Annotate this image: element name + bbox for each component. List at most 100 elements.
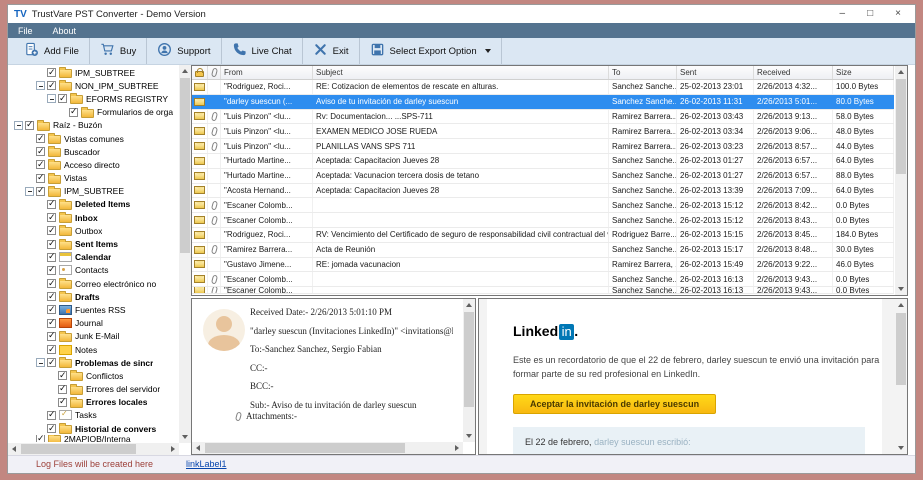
tree-item[interactable]: Historial de convers: [8, 422, 179, 435]
from-column-header[interactable]: From: [221, 66, 313, 79]
tree-checkbox[interactable]: [47, 67, 56, 78]
live-chat-button[interactable]: Live Chat: [222, 38, 303, 64]
tree-expander-icon[interactable]: [36, 358, 45, 368]
tree-checkbox[interactable]: [36, 435, 45, 443]
tree-item[interactable]: Conflictos: [8, 369, 179, 382]
exit-button[interactable]: Exit: [303, 38, 360, 64]
scroll-down-icon[interactable]: [895, 283, 907, 295]
scroll-up-icon[interactable]: [463, 299, 475, 311]
tree-checkbox[interactable]: [36, 185, 45, 196]
tree-item[interactable]: Tasks: [8, 409, 179, 422]
email-row[interactable]: "Luis Pinzon" <lu... EXAMEN MEDICO JOSE …: [192, 124, 894, 140]
email-row[interactable]: "darley suescun (... Aviso de tu invitac…: [192, 94, 894, 110]
scroll-down-icon[interactable]: [895, 442, 907, 454]
tree-expander-icon[interactable]: [47, 94, 56, 104]
email-row[interactable]: "Hurtado Martine... Aceptada: Capacitaci…: [192, 153, 894, 169]
log-link[interactable]: linkLabel1: [186, 459, 227, 469]
sent-column-header[interactable]: Sent: [677, 66, 754, 79]
maximize-button[interactable]: □: [867, 9, 873, 19]
buy-button[interactable]: Buy: [90, 38, 148, 64]
header-vscroll-thumb[interactable]: [464, 312, 474, 407]
lock-column-header[interactable]: [192, 66, 208, 79]
tree-item[interactable]: Vistas comunes: [8, 132, 179, 145]
tree-item[interactable]: Acceso directo: [8, 158, 179, 171]
scroll-left-icon[interactable]: [8, 443, 20, 455]
tree-expander-icon[interactable]: [25, 186, 34, 196]
tree-checkbox[interactable]: [47, 304, 56, 315]
tree-item[interactable]: Journal: [8, 317, 179, 330]
tree-checkbox[interactable]: [47, 198, 56, 209]
minimize-button[interactable]: –: [840, 9, 846, 19]
tree-item[interactable]: Sent Items: [8, 237, 179, 250]
email-row[interactable]: "Acosta Hernand... Aceptada: Capacitacio…: [192, 183, 894, 199]
list-vscroll-thumb[interactable]: [896, 79, 906, 174]
tree-item[interactable]: Problemas de sincr: [8, 356, 179, 369]
tree-item[interactable]: EFORMS REGISTRY: [8, 92, 179, 105]
tree-checkbox[interactable]: [36, 146, 45, 157]
menu-about[interactable]: About: [53, 26, 77, 36]
tree-item[interactable]: Raíz - Buzón: [8, 119, 179, 132]
tree-checkbox[interactable]: [47, 317, 56, 328]
email-row[interactable]: "Luis Pinzon" <lu... Rv: Documentacion..…: [192, 109, 894, 125]
scroll-right-icon[interactable]: [167, 443, 179, 455]
attachment-column-header[interactable]: [208, 66, 221, 79]
email-row[interactable]: "Escaner Colomb... Sanchez Sanche... 26-…: [192, 198, 894, 214]
header-hscroll-thumb[interactable]: [205, 443, 405, 453]
tree-item[interactable]: Outbox: [8, 224, 179, 237]
scroll-up-icon[interactable]: [179, 65, 191, 77]
tree-checkbox[interactable]: [47, 80, 56, 91]
tree-item[interactable]: NON_IPM_SUBTREE: [8, 79, 179, 92]
size-column-header[interactable]: Size: [833, 66, 894, 79]
scroll-down-icon[interactable]: [463, 430, 475, 442]
tree-item[interactable]: IPM_SUBTREE: [8, 66, 179, 79]
scroll-up-icon[interactable]: [895, 299, 907, 311]
tree-item[interactable]: Formularios de orga: [8, 106, 179, 119]
email-row[interactable]: "Rodriguez, Roci... RE: Cotizacion de el…: [192, 80, 894, 95]
tree-checkbox[interactable]: [47, 225, 56, 236]
received-column-header[interactable]: Received: [754, 66, 833, 79]
tree-checkbox[interactable]: [47, 357, 56, 368]
header-horizontal-scrollbar[interactable]: [192, 442, 463, 454]
tree-item[interactable]: Notes: [8, 343, 179, 356]
accept-invitation-button[interactable]: Aceptar la invitación de darley suescun: [513, 393, 717, 414]
tree-expander-icon[interactable]: [36, 81, 45, 91]
tree-vscroll-thumb[interactable]: [180, 78, 190, 253]
tree-checkbox[interactable]: [36, 172, 45, 183]
tree-item[interactable]: IPM_SUBTREE: [8, 185, 179, 198]
header-vertical-scrollbar[interactable]: [463, 299, 475, 442]
tree-item[interactable]: Errores del servidor: [8, 383, 179, 396]
tree-checkbox[interactable]: [47, 212, 56, 223]
menu-file[interactable]: File: [18, 26, 33, 36]
add-file-button[interactable]: Add File: [14, 38, 90, 64]
email-row[interactable]: "Ramirez Barrera... Acta de Reunión Sanc…: [192, 242, 894, 258]
tree-vertical-scrollbar[interactable]: [179, 65, 191, 443]
scroll-right-icon[interactable]: [451, 442, 463, 454]
support-button[interactable]: Support: [147, 38, 222, 64]
email-row[interactable]: "Gustavo Jimene... RE: jomada vacunacion…: [192, 257, 894, 273]
tree-item[interactable]: Fuentes RSS: [8, 303, 179, 316]
email-row[interactable]: "Luis Pinzon" <lu... PLANILLAS VANS SPS …: [192, 139, 894, 154]
tree-checkbox[interactable]: [36, 133, 45, 144]
tree-checkbox[interactable]: [47, 423, 56, 434]
tree-item[interactable]: Junk E-Mail: [8, 330, 179, 343]
to-column-header[interactable]: To: [609, 66, 677, 79]
tree-checkbox[interactable]: [47, 409, 56, 420]
tree-checkbox[interactable]: [36, 159, 45, 170]
tree-checkbox[interactable]: [47, 330, 56, 341]
tree-checkbox[interactable]: [47, 238, 56, 249]
body-vertical-scrollbar[interactable]: [895, 299, 907, 454]
email-row[interactable]: "Rodriguez, Roci... RV: Vencimiento del …: [192, 227, 894, 243]
tree-checkbox[interactable]: [47, 291, 56, 302]
select-export-option-button[interactable]: Select Export Option: [360, 38, 502, 64]
list-vertical-scrollbar[interactable]: [895, 66, 907, 295]
body-vscroll-thumb[interactable]: [896, 313, 906, 385]
tree-item[interactable]: Calendar: [8, 251, 179, 264]
tree-checkbox[interactable]: [69, 106, 78, 117]
tree-checkbox[interactable]: [58, 383, 67, 394]
tree-checkbox[interactable]: [25, 119, 34, 130]
email-row[interactable]: "Escaner Colomb... Sanchez Sanche... 26-…: [192, 213, 894, 228]
scroll-left-icon[interactable]: [192, 442, 204, 454]
tree-checkbox[interactable]: [47, 344, 56, 355]
tree-item[interactable]: Buscador: [8, 145, 179, 158]
tree-item[interactable]: Inbox: [8, 211, 179, 224]
